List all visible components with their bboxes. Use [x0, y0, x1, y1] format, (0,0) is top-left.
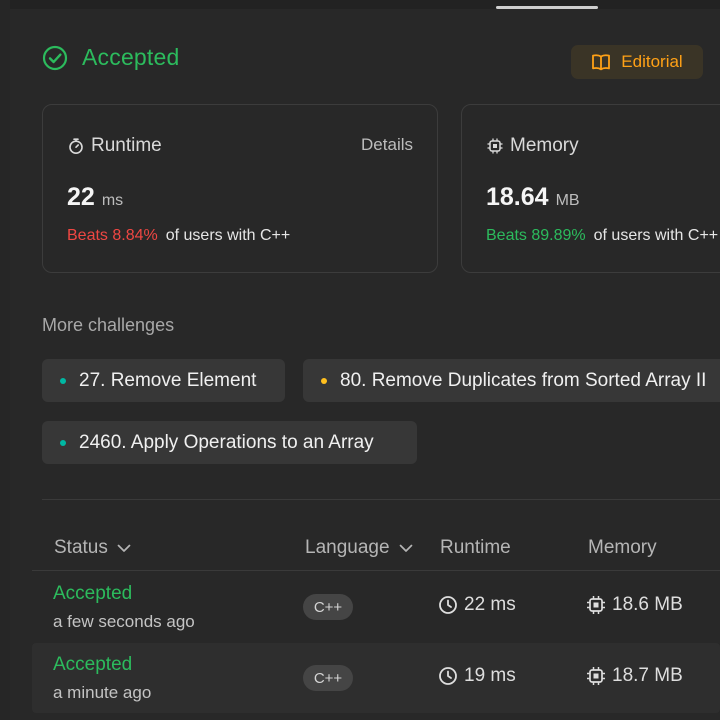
row-status: Accepted	[53, 654, 133, 675]
runtime-value: 22 ms	[67, 183, 123, 212]
table-row[interactable]: Accepted a minute ago C++ 19 ms 18.7 MB	[32, 643, 720, 713]
chip-icon	[587, 667, 605, 685]
memory-number: 18.64	[486, 183, 549, 211]
chip-icon	[487, 138, 503, 154]
challenge-chip[interactable]: 2460. Apply Operations to an Array	[42, 421, 417, 464]
status-column-label: Status	[54, 537, 108, 558]
difficulty-dot	[60, 439, 66, 446]
challenge-chip[interactable]: 27. Remove Element	[42, 359, 285, 402]
memory-beats: Beats 89.89% of users with C++	[486, 227, 718, 245]
language-badge: C++	[303, 594, 353, 620]
memory-beats-tail: of users with C++	[593, 227, 719, 244]
difficulty-dot	[60, 377, 66, 384]
runtime-beats: Beats 8.84% of users with C++	[67, 227, 290, 245]
challenge-chip[interactable]: 80. Remove Duplicates from Sorted Array …	[303, 359, 720, 402]
challenge-label: 80. Remove Duplicates from Sorted Array …	[340, 369, 707, 391]
editorial-button[interactable]: Editorial	[571, 45, 703, 79]
more-challenges-title: More challenges	[42, 315, 175, 335]
stopwatch-icon	[69, 138, 83, 154]
row-runtime-value: 22 ms	[464, 594, 516, 615]
row-memory-value: 18.6 MB	[612, 594, 683, 615]
submission-result-panel: Accepted Editorial Runtime Details 22 ms…	[10, 0, 720, 720]
runtime-label: Runtime	[91, 135, 162, 156]
status-column-header[interactable]: Status	[54, 537, 131, 559]
editorial-label: Editorial	[621, 52, 683, 71]
memory-label: Memory	[510, 135, 579, 156]
runtime-header: Runtime	[67, 135, 162, 157]
runtime-column-header: Runtime	[440, 537, 511, 559]
row-memory: 18.6 MB	[585, 594, 683, 616]
row-memory-value: 18.7 MB	[612, 665, 683, 686]
memory-value: 18.64 MB	[486, 183, 580, 212]
memory-column-label: Memory	[588, 537, 657, 558]
row-time: a minute ago	[53, 683, 152, 702]
memory-unit: MB	[555, 192, 580, 209]
row-memory: 18.7 MB	[585, 665, 683, 687]
challenge-label: 2460. Apply Operations to an Array	[79, 431, 374, 453]
check-circle-icon	[42, 45, 68, 70]
book-icon	[592, 54, 611, 71]
runtime-card[interactable]: Runtime Details 22 ms Beats 8.84% of user…	[42, 104, 438, 273]
clock-icon	[439, 596, 457, 614]
chevron-down-icon	[399, 544, 412, 552]
runtime-beats-tail: of users with C++	[165, 227, 291, 244]
row-time: a few seconds ago	[53, 612, 195, 631]
runtime-unit: ms	[101, 192, 124, 209]
chevron-down-icon	[117, 544, 131, 552]
language-column-label: Language	[305, 537, 390, 558]
table-row[interactable]: Accepted a few seconds ago C++ 22 ms 18.…	[32, 572, 720, 642]
language-badge: C++	[303, 665, 353, 691]
memory-header: Memory	[486, 135, 579, 157]
memory-card[interactable]: Memory 18.64 MB Beats 89.89% of users wit…	[461, 104, 720, 273]
row-status: Accepted	[53, 583, 133, 604]
section-divider	[42, 499, 720, 500]
active-tab-indicator	[496, 6, 598, 9]
runtime-beats-percent: Beats 8.84%	[67, 227, 158, 244]
tab-bar	[10, 0, 720, 9]
clock-icon	[439, 667, 457, 685]
table-header-divider	[32, 570, 720, 571]
runtime-number: 22	[67, 183, 95, 211]
row-runtime: 19 ms	[438, 665, 516, 687]
challenge-label: 27. Remove Element	[79, 369, 257, 391]
runtime-column-label: Runtime	[440, 537, 511, 558]
difficulty-dot	[321, 377, 327, 384]
details-link[interactable]: Details	[361, 135, 413, 155]
row-runtime-value: 19 ms	[464, 665, 516, 686]
memory-beats-percent: Beats 89.89%	[486, 227, 586, 244]
chip-icon	[587, 596, 605, 614]
result-status: Accepted	[42, 44, 180, 71]
language-column-header[interactable]: Language	[305, 537, 413, 559]
memory-column-header: Memory	[588, 537, 657, 559]
result-title: Accepted	[82, 44, 180, 70]
row-runtime: 22 ms	[438, 594, 516, 616]
